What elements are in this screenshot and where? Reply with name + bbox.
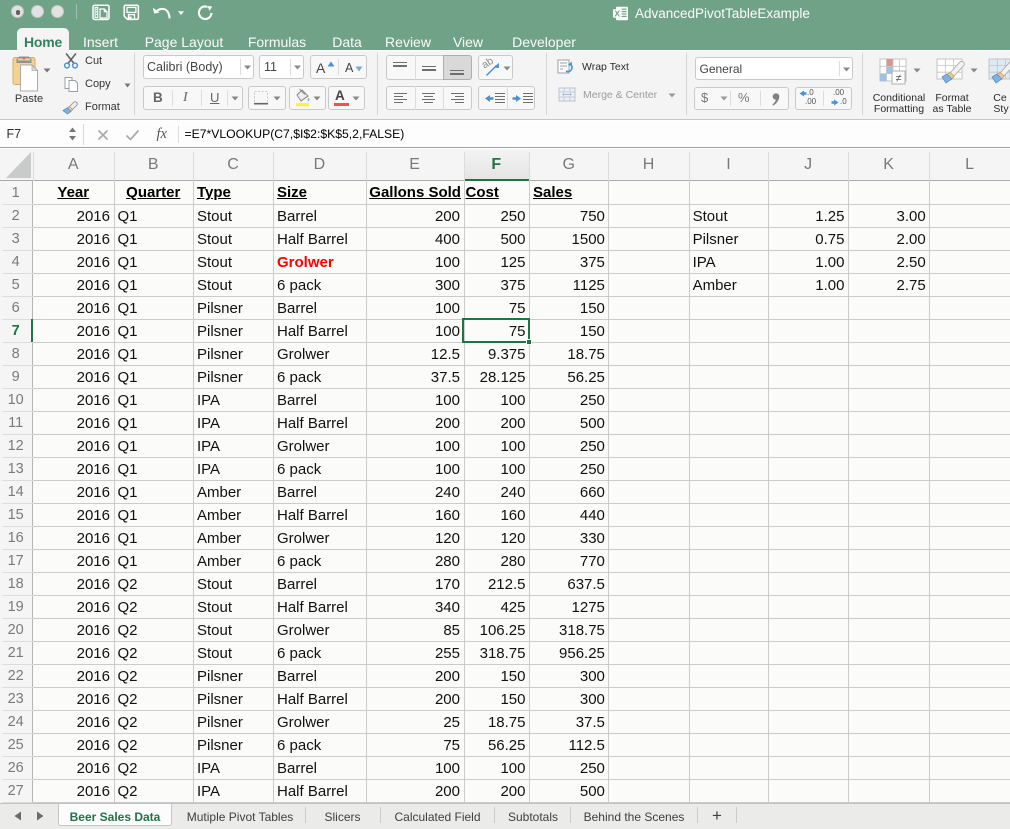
svg-text:X: X [614, 8, 620, 18]
svg-text:≠: ≠ [895, 73, 901, 85]
